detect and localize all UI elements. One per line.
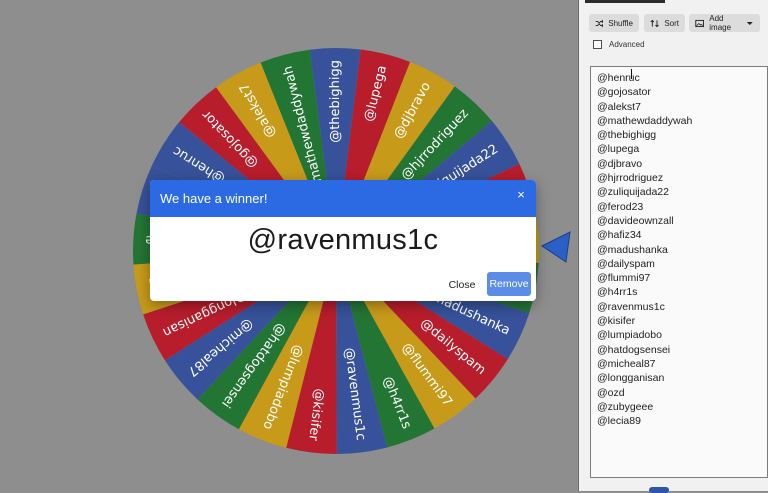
entry-line: @zuliquijada22: [597, 186, 669, 199]
winner-dialog: We have a winner! × @ravenmus1c Close Re…: [150, 180, 536, 301]
entry-line: @ferod23: [597, 200, 644, 213]
entry-line: @longganisan: [597, 372, 665, 385]
scroll-indicator: [649, 487, 669, 493]
entry-line: @djbravo: [597, 157, 643, 170]
advanced-checkbox[interactable]: [593, 40, 602, 49]
entry-line: @hafiz34: [597, 229, 642, 242]
entry-line: @ravenmus1c: [597, 300, 665, 313]
entry-line: @gojosator: [597, 86, 651, 99]
advanced-toggle[interactable]: Advanced: [593, 40, 645, 49]
advanced-label: Advanced: [609, 40, 645, 49]
shuffle-icon: [595, 19, 604, 27]
entry-line: @lecia89: [597, 415, 641, 428]
entry-line: @madushanka: [597, 243, 668, 256]
entry-line: @lumpiadobo: [597, 329, 662, 342]
entry-line: @thebighigg: [597, 129, 657, 142]
text-cursor: [631, 69, 632, 79]
close-icon[interactable]: ×: [514, 188, 528, 202]
close-button[interactable]: Close: [442, 273, 482, 297]
entry-line: @h4rr1s: [597, 286, 638, 299]
entry-line: @mathewdaddywah: [597, 114, 693, 127]
entry-line: @ozd: [597, 386, 625, 399]
chevron-down-icon: [747, 21, 754, 25]
entry-line: @lupega: [597, 143, 640, 156]
entry-line: @dailyspam: [597, 257, 655, 270]
entry-line: @hatdogsensei: [597, 343, 671, 356]
dialog-header: We have a winner! ×: [150, 180, 536, 217]
sort-label: Sort: [664, 18, 679, 28]
shuffle-button[interactable]: Shuffle: [589, 14, 639, 32]
sort-icon: [650, 19, 659, 27]
winner-name: @ravenmus1c: [247, 224, 439, 256]
entry-line: @alekst7: [597, 100, 641, 113]
entry-line: @henruc: [597, 72, 640, 84]
image-icon: [695, 19, 704, 27]
side-panel: Shuffle Sort Add image Advanced @henruc @…: [578, 0, 768, 493]
active-tab-indicator: [585, 0, 665, 3]
entry-line: @kisifer: [597, 315, 636, 328]
entries-list: @henruc @gojosator @alekst7 @mathewdaddywah…: [597, 71, 761, 428]
entry-line: @davideownzall: [597, 214, 674, 227]
add-image-label: Add image: [709, 14, 732, 32]
entry-line: @flummi97: [597, 272, 651, 285]
remove-button[interactable]: Remove: [487, 272, 531, 296]
entries-textarea[interactable]: @henruc @gojosator @alekst7 @mathewdaddywah…: [590, 66, 768, 478]
entry-line: @micheal87: [597, 357, 656, 370]
add-image-button[interactable]: Add image: [689, 14, 760, 32]
dialog-title: We have a winner!: [160, 191, 268, 206]
sort-button[interactable]: Sort: [644, 14, 685, 32]
entry-line: @zubygeee: [597, 400, 654, 413]
shuffle-label: Shuffle: [608, 18, 633, 28]
entry-line: @hjrrodriguez: [597, 172, 664, 185]
